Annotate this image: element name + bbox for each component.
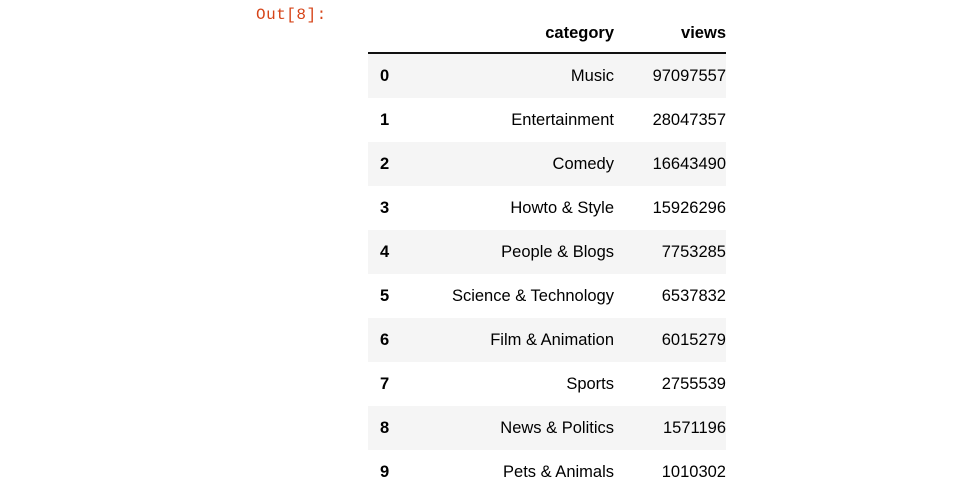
notebook-output-page: Out[8]: category views 0 Music 97097557 1 En…	[0, 0, 980, 503]
row-index-cell: 7	[380, 374, 390, 393]
cell-views: 2755539	[661, 374, 726, 393]
row-index-cell: 1	[380, 110, 390, 129]
cell-category: News & Politics	[500, 418, 614, 437]
cell-views: 1010302	[661, 462, 726, 481]
table-row: 7 Sports 2755539	[368, 362, 726, 406]
table-header: category views	[368, 24, 726, 54]
table-row: 6 Film & Animation 6015279	[368, 318, 726, 362]
row-index-cell: 5	[380, 286, 390, 305]
table-row: 3 Howto & Style 15926296	[368, 186, 726, 230]
cell-views: 6537832	[661, 286, 726, 305]
table-header-row: category views	[368, 24, 726, 54]
column-header-category: category	[424, 24, 614, 54]
row-index-cell: 9	[380, 462, 390, 481]
cell-views: 6015279	[661, 330, 726, 349]
table-row: 1 Entertainment 28047357	[368, 98, 726, 142]
cell-category: Howto & Style	[510, 198, 614, 217]
cell-views: 28047357	[652, 110, 726, 129]
row-index-cell: 6	[380, 330, 390, 349]
column-header-index	[368, 24, 424, 54]
table-row: 8 News & Politics 1571196	[368, 406, 726, 450]
cell-category: Pets & Animals	[503, 462, 614, 481]
cell-category: Science & Technology	[451, 286, 614, 305]
cell-views: 97097557	[652, 66, 726, 85]
cell-category: Music	[570, 66, 614, 85]
cell-views: 7753285	[661, 242, 726, 261]
cell-views: 15926296	[652, 198, 726, 217]
table-row: 4 People & Blogs 7753285	[368, 230, 726, 274]
table-body: 0 Music 97097557 1 Entertainment 28047357 2 Com…	[368, 53, 726, 494]
table-row: 5 Science & Technology 6537832	[368, 274, 726, 318]
row-index-cell: 3	[380, 198, 390, 217]
cell-views: 16643490	[652, 154, 726, 173]
output-prompt-label: Out[8]:	[256, 6, 327, 24]
cell-category: People & Blogs	[501, 242, 614, 261]
table-row: 9 Pets & Animals 1010302	[368, 450, 726, 494]
cell-category: Film & Animation	[490, 330, 614, 349]
column-header-views: views	[614, 24, 726, 54]
row-index-cell: 0	[380, 66, 390, 85]
dataframe-table: category views 0 Music 97097557 1 Entertainm…	[368, 24, 726, 494]
cell-category: Entertainment	[511, 110, 614, 129]
dataframe-output-area: category views 0 Music 97097557 1 Entertainm…	[368, 24, 726, 494]
cell-views: 1571196	[662, 418, 726, 437]
table-row: 2 Comedy 16643490	[368, 142, 726, 186]
cell-category: Sports	[566, 374, 614, 393]
table-row: 0 Music 97097557	[368, 53, 726, 98]
row-index-cell: 2	[380, 154, 390, 173]
cell-category: Comedy	[552, 154, 614, 173]
row-index-cell: 8	[380, 418, 390, 437]
row-index-cell: 4	[380, 242, 390, 261]
